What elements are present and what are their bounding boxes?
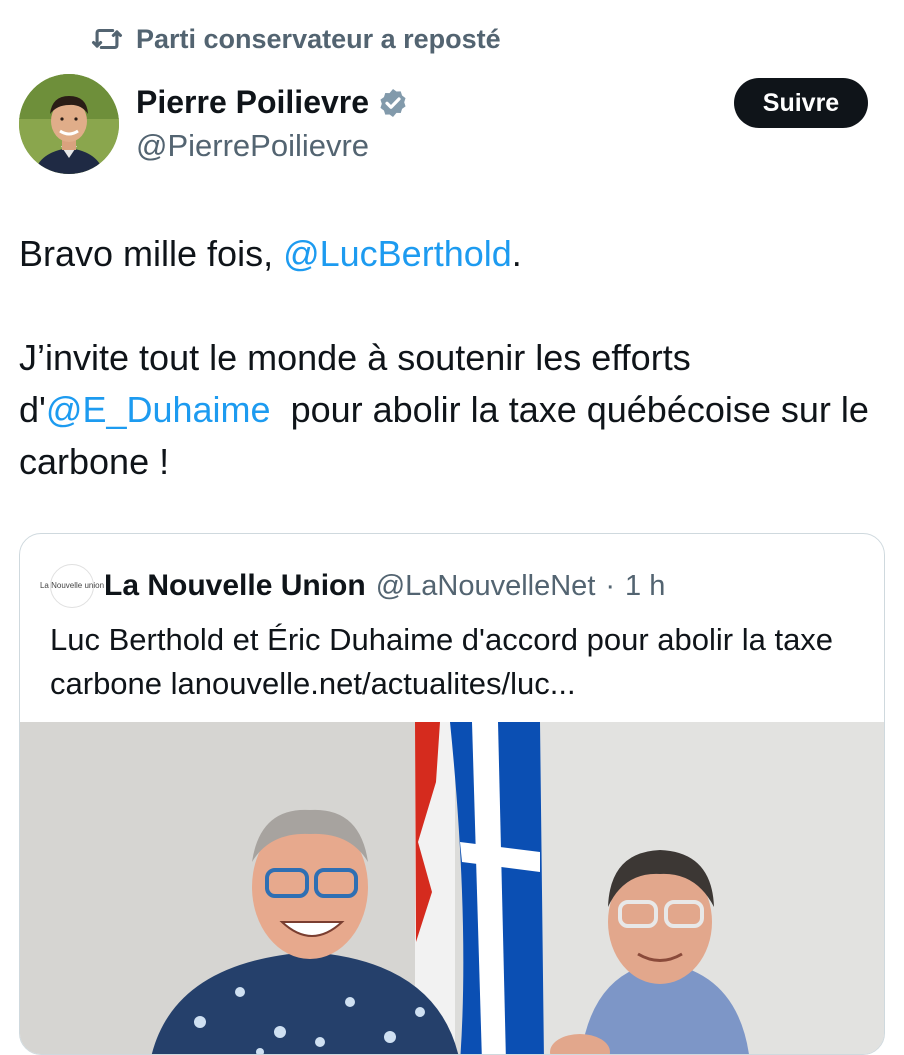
- photo-image: [20, 722, 884, 1054]
- quoted-author-handle[interactable]: @LaNouvelleNet: [376, 570, 596, 603]
- verified-badge-icon: [380, 88, 406, 117]
- quoted-tweet-text: Luc Berthold et Éric Duhaime d'accord po…: [50, 622, 834, 701]
- mention-link[interactable]: @E_Duhaime: [46, 389, 271, 430]
- author-handle[interactable]: @PierrePoilievre: [136, 128, 369, 164]
- follow-button[interactable]: Suivre: [734, 78, 868, 128]
- separator-dot: ·: [605, 569, 616, 602]
- quoted-author-logo[interactable]: La Nouvelle union: [40, 564, 104, 608]
- author-name[interactable]: Pierre Poilievre: [136, 84, 369, 121]
- quoted-author-name[interactable]: La Nouvelle Union: [104, 569, 366, 603]
- tweet-text-segment: .: [511, 233, 522, 274]
- mention-link[interactable]: @LucBerthold: [283, 233, 512, 274]
- quoted-tweet-card[interactable]: La Nouvelle union La Nouvelle Union @LaN…: [19, 533, 885, 1055]
- repost-icon: [91, 28, 123, 50]
- author-avatar[interactable]: [19, 74, 119, 174]
- tweet-paragraph-2: J’invite tout le monde à soutenir les ef…: [19, 332, 879, 488]
- avatar-image: [19, 74, 119, 174]
- tweet-text-segment: Bravo mille fois,: [19, 233, 284, 274]
- repost-label: Parti conservateur a reposté: [136, 23, 501, 54]
- quoted-timestamp[interactable]: 1 h: [625, 570, 665, 603]
- tweet-text: Bravo mille fois, @LucBerthold. J’invite…: [19, 228, 879, 488]
- tweet-line-1: Bravo mille fois, @LucBerthold.: [19, 228, 879, 280]
- quoted-tweet-photo[interactable]: [20, 722, 884, 1054]
- repost-indicator[interactable]: Parti conservateur a reposté: [90, 22, 501, 56]
